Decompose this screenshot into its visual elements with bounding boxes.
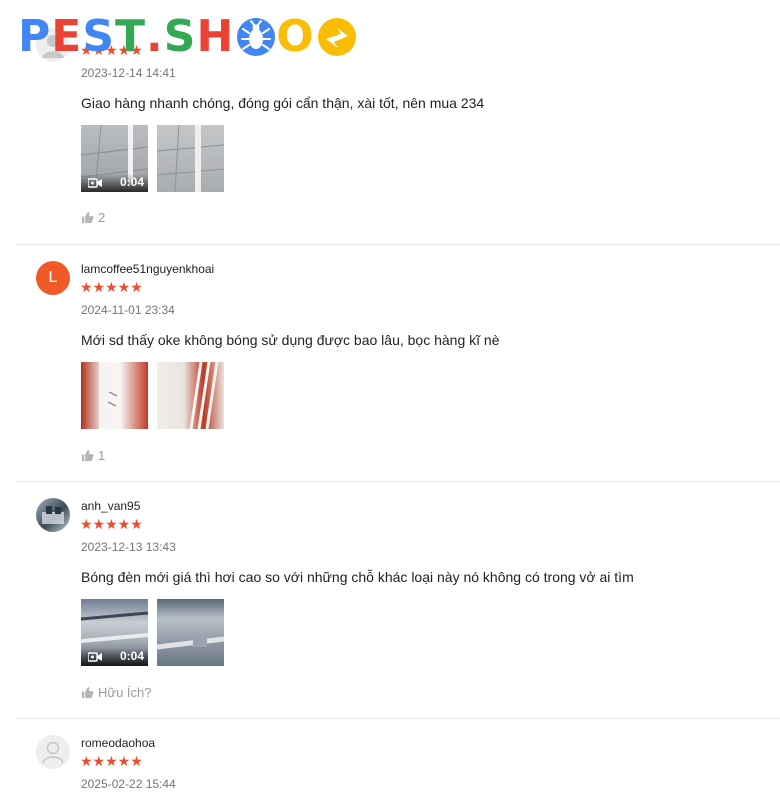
logo-letter: T — [115, 11, 147, 62]
helpful-label: Hữu Ích? — [98, 685, 152, 700]
logo-letter: S — [163, 11, 197, 62]
rating-stars: ★★★★★ — [80, 753, 143, 769]
review-video-thumbnail[interactable]: 0:04 — [81, 599, 148, 666]
like-count: 1 — [98, 448, 106, 463]
review-date: 2023-12-13 13:43 — [81, 540, 176, 554]
rating-stars: ★★★★★ — [80, 279, 143, 295]
logo-letter: . — [146, 11, 164, 62]
avatar: L — [36, 261, 70, 295]
thumbs-up-icon — [81, 686, 94, 699]
like-count: 2 — [98, 210, 106, 225]
review-date: 2025-02-22 15:44 — [81, 777, 176, 791]
helpful-button[interactable]: Hữu Ích? — [81, 685, 152, 700]
review-photo-thumbnail[interactable] — [157, 362, 224, 429]
review-photo-thumbnail[interactable] — [81, 362, 148, 429]
review-date: 2023-12-14 14:41 — [81, 66, 176, 80]
reviewer-username: romeodaohoa — [81, 736, 156, 750]
reviewer-username: lamcoffee51nguyenkhoai — [81, 262, 215, 276]
logo-spark-icon — [317, 17, 357, 57]
review-video-thumbnail[interactable]: 0:04 — [81, 125, 148, 192]
avatar — [36, 498, 70, 532]
reviewer-username: anh_van95 — [81, 499, 141, 513]
review-card: romeodaohoa ★★★★★ 2025-02-22 15:44 — [16, 718, 780, 800]
video-camera-icon — [88, 178, 102, 188]
video-duration: 0:04 — [119, 649, 144, 663]
thumbs-up-icon — [81, 449, 94, 462]
helpful-button[interactable]: 2 — [81, 210, 105, 225]
pest-shop-logo: P E S T . S H O — [18, 14, 357, 60]
review-text: Mới sd thấy oke không bóng sử dụng được … — [81, 332, 500, 348]
review-text: Bóng đèn mới giá thì hơi cao so với nhữn… — [81, 569, 634, 585]
logo-letter: P — [18, 11, 52, 62]
logo-letter: O — [276, 11, 315, 62]
helpful-button[interactable]: 1 — [81, 448, 105, 463]
review-card: anh_van95 ★★★★★ 2023-12-13 13:43 Bóng đè… — [16, 481, 780, 719]
video-camera-icon — [88, 652, 102, 662]
rating-stars: ★★★★★ — [80, 516, 143, 532]
logo-bug-icon — [236, 17, 276, 57]
avatar — [36, 735, 70, 769]
review-card: L lamcoffee51nguyenkhoai ★★★★★ 2024-11-0… — [16, 244, 780, 482]
review-photo-thumbnail[interactable] — [157, 125, 224, 192]
default-user-icon — [42, 741, 64, 764]
review-text: Giao hàng nhanh chóng, đóng gói cẩn thận… — [81, 95, 485, 111]
thumbs-up-icon — [81, 211, 94, 224]
logo-letter: S — [82, 11, 116, 62]
video-duration: 0:04 — [119, 175, 144, 189]
logo-letter: H — [196, 11, 235, 62]
logo-letter: E — [51, 11, 83, 62]
review-date: 2024-11-01 23:34 — [81, 303, 175, 317]
review-photo-thumbnail[interactable] — [157, 599, 224, 666]
